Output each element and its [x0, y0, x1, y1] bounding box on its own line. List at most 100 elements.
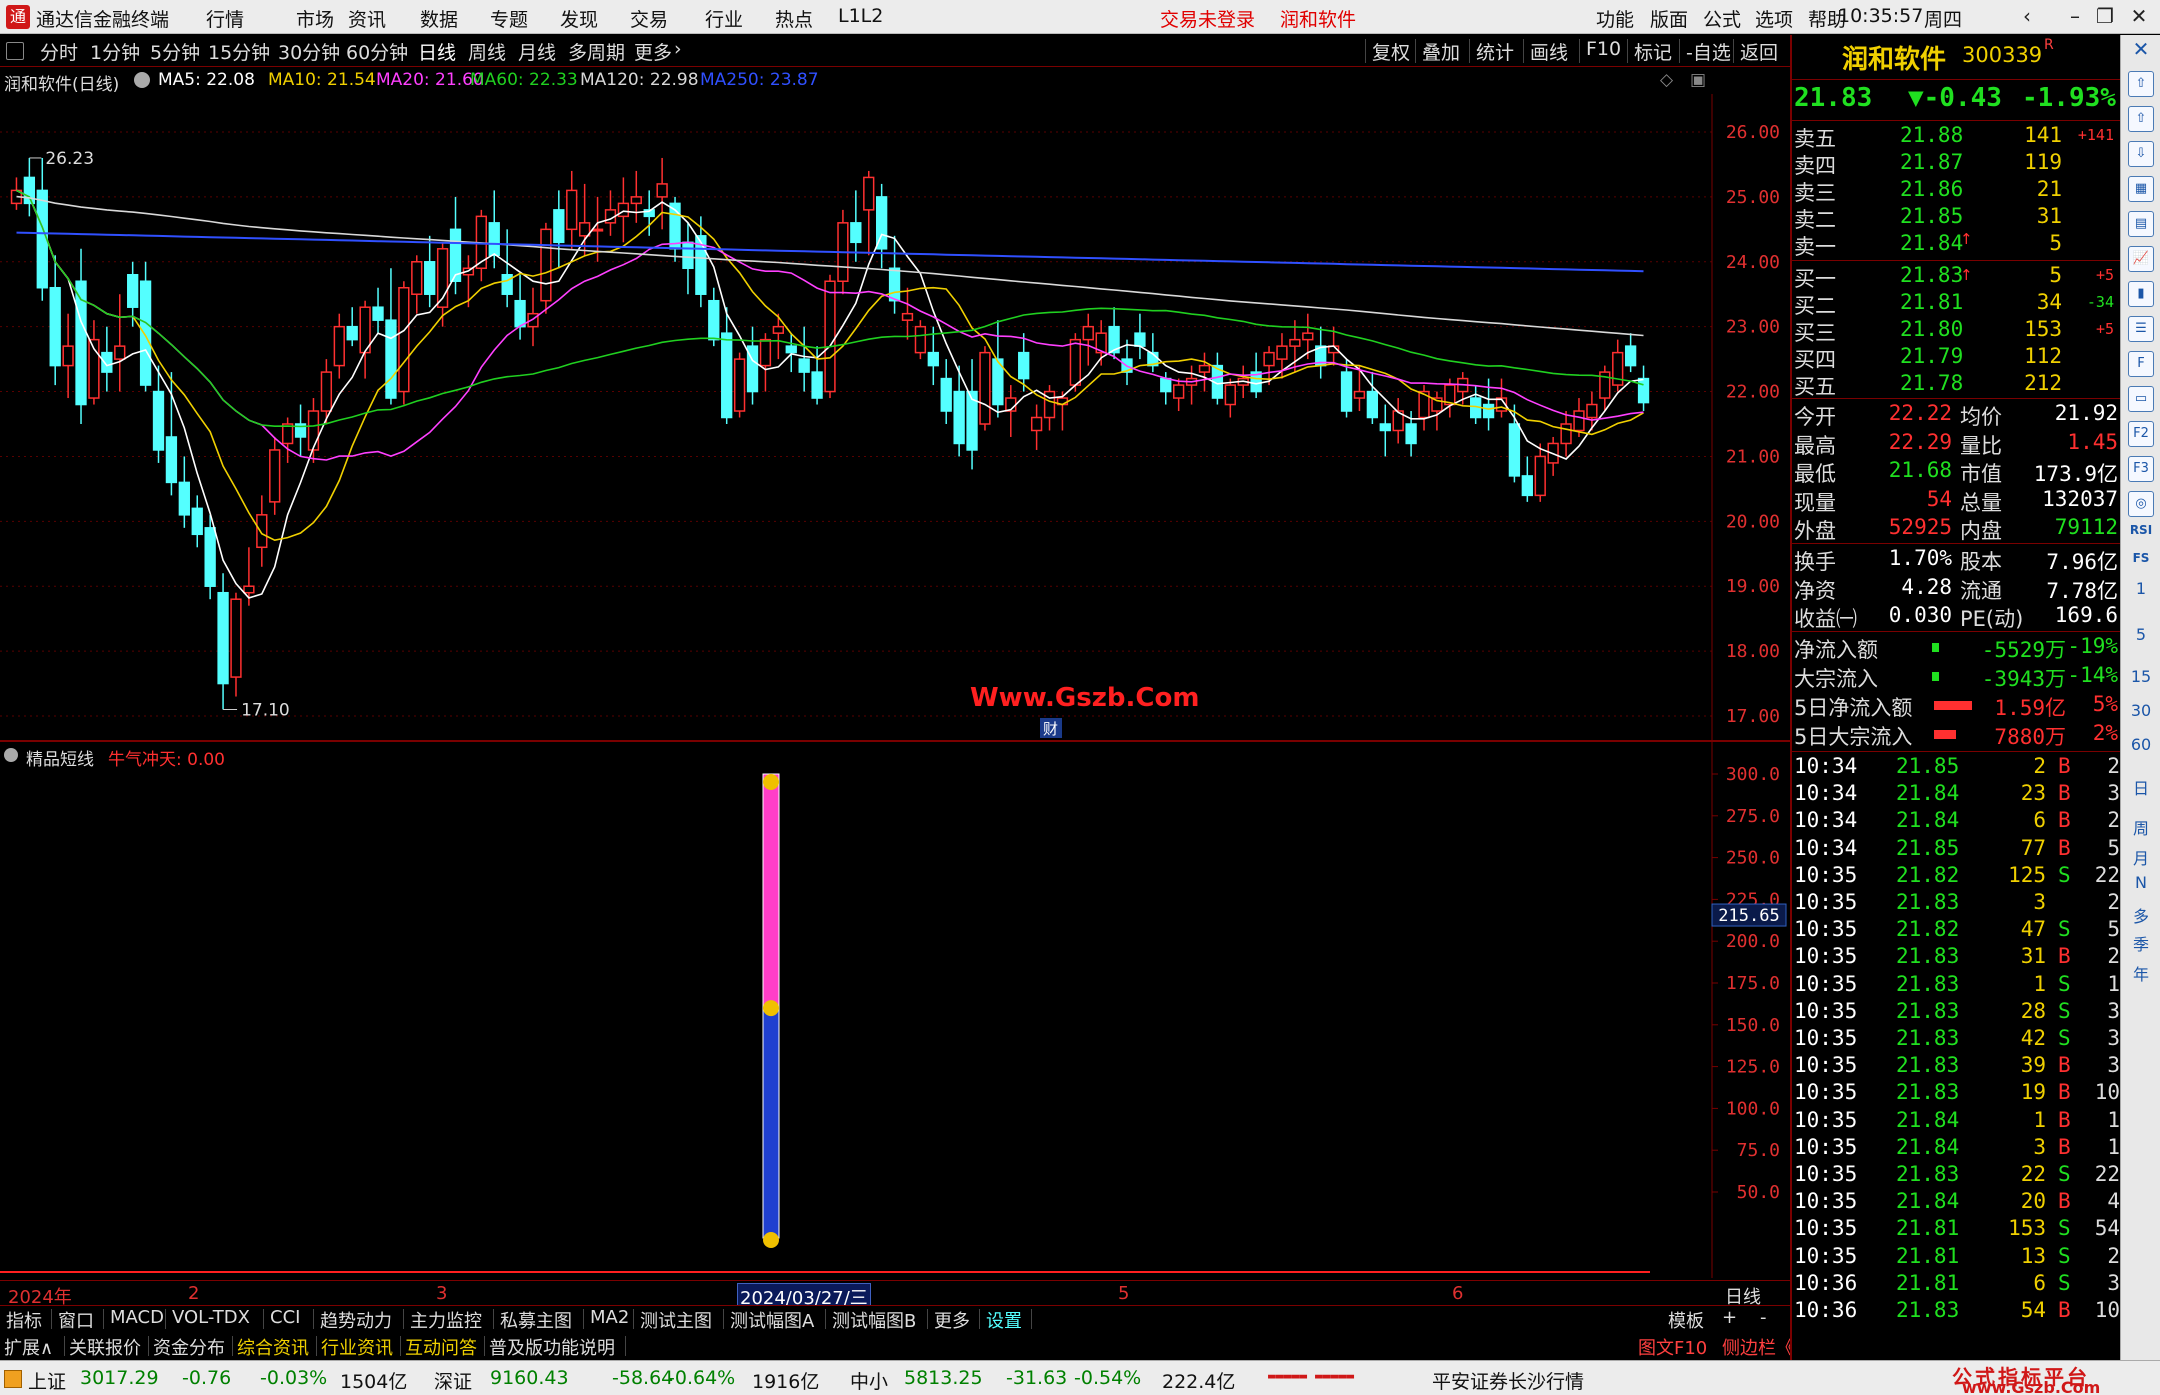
indicator-tab-8[interactable]: MA2: [590, 1307, 629, 1328]
period-shortcut-0[interactable]: RSI: [2121, 523, 2160, 537]
cai-marker[interactable]: 财: [1043, 720, 1058, 738]
back-arrow-icon[interactable]: ‹: [2012, 2, 2042, 30]
period-tab-2[interactable]: 5分钟: [150, 38, 200, 65]
circle-icon-12[interactable]: ◎: [2128, 491, 2154, 517]
period-tab-3[interactable]: 15分钟: [208, 38, 270, 65]
period-tab-8[interactable]: 月线: [518, 38, 556, 65]
template-control-1[interactable]: +: [1722, 1307, 1737, 1328]
panel-toggle-icon[interactable]: [6, 42, 24, 60]
kline-chart-panel[interactable]: 26.00 25.00 24.00 23.00 22.00 21.00 20.00 19.00…: [0, 94, 1790, 740]
action-1[interactable]: 叠加: [1422, 38, 1460, 65]
period-shortcut-7[interactable]: 日: [2121, 775, 2160, 799]
extension-tab-4[interactable]: 行业资讯: [321, 1334, 393, 1360]
menu-1[interactable]: 市场: [296, 5, 334, 32]
indicator-tab-10[interactable]: 测试幅图A: [730, 1307, 814, 1333]
extension-tab-0[interactable]: 扩展∧: [4, 1334, 53, 1360]
action-5[interactable]: 标记: [1634, 38, 1672, 65]
grid-icon-3[interactable]: ▦: [2128, 176, 2154, 202]
up-arrow-icon-0[interactable]: ⇧: [2128, 71, 2154, 97]
right-menu-1[interactable]: 版面: [1650, 5, 1688, 32]
indicator-tab-0[interactable]: 指标: [6, 1307, 42, 1333]
indicator-tab-9[interactable]: 测试主图: [640, 1307, 712, 1333]
up-arrow-icon-1[interactable]: ⇧: [2128, 106, 2154, 132]
f2-icon-10[interactable]: F2: [2128, 421, 2154, 447]
f10-button[interactable]: 图文F10: [1638, 1334, 1707, 1360]
period-tab-4[interactable]: 30分钟: [278, 38, 340, 65]
period-tab-5[interactable]: 60分钟: [346, 38, 408, 65]
extension-tab-5[interactable]: 互动问答: [405, 1334, 477, 1360]
template-control-0[interactable]: 模板: [1668, 1307, 1704, 1333]
menu-7[interactable]: 行业: [705, 5, 743, 32]
down-arrow-icon-2[interactable]: ⇩: [2128, 141, 2154, 167]
period-shortcut-10[interactable]: N: [2121, 873, 2160, 892]
menu-0[interactable]: 行情: [206, 5, 244, 32]
extension-tab-1[interactable]: 关联报价: [69, 1334, 141, 1360]
minimize-icon[interactable]: –: [2060, 2, 2090, 30]
status-menu-icon[interactable]: [4, 1370, 22, 1388]
right-menu-2[interactable]: 公式: [1703, 5, 1741, 32]
right-menu-0[interactable]: 功能: [1596, 5, 1634, 32]
period-shortcut-11[interactable]: 多: [2121, 903, 2160, 927]
period-shortcut-4[interactable]: 15: [2121, 667, 2160, 686]
indicator-tab-6[interactable]: 主力监控: [410, 1307, 482, 1333]
chart-icon-5[interactable]: 📈: [2128, 246, 2154, 272]
trade-login-notice[interactable]: 交易未登录: [1160, 5, 1255, 32]
panel-collapse-icon[interactable]: ▣: [1690, 70, 1706, 90]
period-tab-10[interactable]: 更多: [634, 38, 672, 65]
period-tab-1[interactable]: 1分钟: [90, 38, 140, 65]
indicator-tab-5[interactable]: 趋势动力: [320, 1307, 392, 1333]
period-tab-6[interactable]: 日线: [418, 38, 456, 65]
period-tab-7[interactable]: 周线: [468, 38, 506, 65]
menu-6[interactable]: 交易: [630, 5, 668, 32]
action-4[interactable]: F10: [1586, 38, 1621, 60]
list-icon-7[interactable]: ☰: [2128, 316, 2154, 342]
restore-icon[interactable]: ❐: [2090, 2, 2120, 30]
indicator-tab-3[interactable]: VOL-TDX: [172, 1307, 250, 1328]
doc-icon-9[interactable]: ▭: [2128, 386, 2154, 412]
settings-circle-icon[interactable]: [134, 72, 150, 88]
sidebar-toggle[interactable]: 侧边栏《: [1722, 1334, 1794, 1360]
indicator-tab-13[interactable]: 设置: [986, 1307, 1022, 1333]
kline-chart[interactable]: 26.00 25.00 24.00 23.00 22.00 21.00 20.00 19.00…: [0, 94, 1790, 740]
period-shortcut-3[interactable]: 5: [2121, 625, 2160, 644]
period-shortcut-12[interactable]: 季: [2121, 931, 2160, 955]
menu-9[interactable]: L1L2: [838, 5, 883, 27]
period-tab-9[interactable]: 多周期: [568, 38, 625, 65]
sidebar-close-icon[interactable]: ✕: [2121, 37, 2160, 61]
f10-icon-8[interactable]: F: [2128, 351, 2154, 377]
period-shortcut-2[interactable]: 1: [2121, 579, 2160, 598]
extension-tab-3[interactable]: 综合资讯: [237, 1334, 309, 1360]
table-icon-4[interactable]: ▤: [2128, 211, 2154, 237]
more-chevron-icon[interactable]: ›: [674, 38, 682, 60]
menu-2[interactable]: 资讯: [348, 5, 386, 32]
indicator-tab-1[interactable]: 窗口: [58, 1307, 94, 1333]
menu-5[interactable]: 发现: [560, 5, 598, 32]
diamond-icon[interactable]: ◇: [1660, 70, 1673, 90]
extension-tab-6[interactable]: 普及版功能说明: [489, 1334, 615, 1360]
candles-icon-6[interactable]: ▮: [2128, 281, 2154, 307]
indicator-tab-4[interactable]: CCI: [270, 1307, 300, 1328]
action-7[interactable]: 返回: [1740, 38, 1778, 65]
menu-8[interactable]: 热点: [775, 5, 813, 32]
action-6[interactable]: -自选: [1686, 38, 1731, 65]
indicator-tab-12[interactable]: 更多: [934, 1307, 970, 1333]
indicator-chart[interactable]: 300.0275.0250.0225.0200.0175.0150.0125.0…: [0, 742, 1790, 1278]
f3-icon-11[interactable]: F3: [2128, 456, 2154, 482]
action-0[interactable]: 复权: [1372, 38, 1410, 65]
period-shortcut-6[interactable]: 60: [2121, 735, 2160, 754]
period-shortcut-8[interactable]: 周: [2121, 815, 2160, 839]
indicator-tab-2[interactable]: MACD: [110, 1307, 164, 1328]
action-3[interactable]: 画线: [1530, 38, 1568, 65]
right-menu-3[interactable]: 选项: [1755, 5, 1793, 32]
template-control-2[interactable]: -: [1760, 1307, 1767, 1328]
menu-4[interactable]: 专题: [490, 5, 528, 32]
period-tab-0[interactable]: 分时: [40, 38, 78, 65]
period-shortcut-13[interactable]: 年: [2121, 961, 2160, 985]
close-icon[interactable]: ✕: [2124, 2, 2154, 30]
period-shortcut-1[interactable]: FS: [2121, 551, 2160, 565]
indicator-panel[interactable]: 精品短线 牛气冲天: 0.00 300.0 275.0 250.0 225.0 200.…: [0, 740, 1790, 1278]
extension-tab-2[interactable]: 资金分布: [153, 1334, 225, 1360]
indicator-tab-11[interactable]: 测试幅图B: [832, 1307, 916, 1333]
period-shortcut-9[interactable]: 月: [2121, 845, 2160, 869]
period-shortcut-5[interactable]: 30: [2121, 701, 2160, 720]
